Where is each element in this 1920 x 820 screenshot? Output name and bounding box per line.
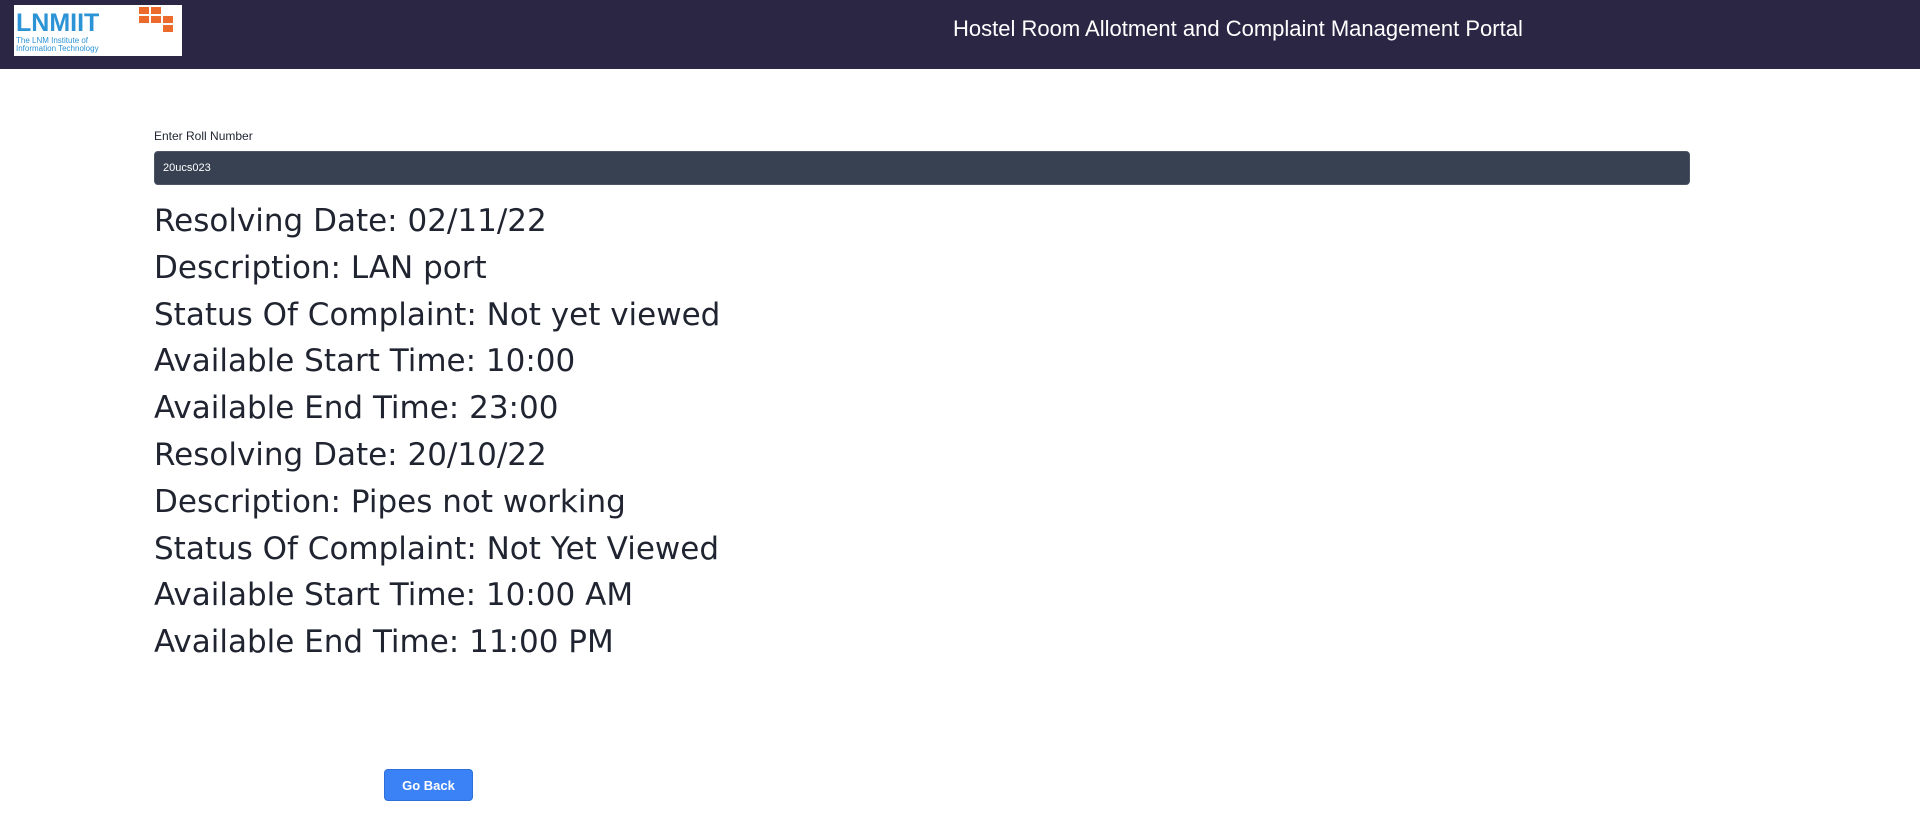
roll-number-label: Enter Roll Number: [154, 129, 253, 143]
top-header: LNMIIT The LNM Institute of Information …: [0, 0, 1920, 69]
logo-subtitle: The LNM Institute of Information Technol…: [16, 37, 146, 53]
resolving-date: Resolving Date: 20/10/22: [154, 436, 547, 473]
available-end-time: Available End Time: 11:00 PM: [154, 624, 614, 661]
complaint-description: Description: Pipes not working: [154, 483, 626, 520]
logo-subtitle-line-2: Information Technology: [16, 44, 99, 53]
logo-wordmark: LNMIIT: [16, 9, 100, 37]
portal-title: Hostel Room Allotment and Complaint Mana…: [953, 16, 1523, 41]
complaint-list: Resolving Date: 02/11/22 Description: LA…: [154, 198, 1454, 666]
logo-orange-blocks-icon: [137, 6, 181, 32]
lnmiit-logo[interactable]: LNMIIT The LNM Institute of Information …: [14, 5, 182, 56]
complaint-item: Resolving Date: 02/11/22 Description: LA…: [154, 198, 1454, 432]
complaint-status: Status Of Complaint: Not yet viewed: [154, 296, 721, 333]
go-back-button[interactable]: Go Back: [384, 769, 473, 801]
complaint-item: Resolving Date: 20/10/22 Description: Pi…: [154, 432, 1454, 666]
available-end-time: Available End Time: 23:00: [154, 390, 559, 427]
complaint-status: Status Of Complaint: Not Yet Viewed: [154, 530, 719, 567]
complaint-description: Description: LAN port: [154, 249, 487, 286]
resolving-date: Resolving Date: 02/11/22: [154, 203, 547, 239]
available-start-time: Available Start Time: 10:00: [154, 343, 576, 380]
roll-number-input[interactable]: [154, 151, 1690, 185]
available-start-time: Available Start Time: 10:00 AM: [154, 577, 634, 614]
